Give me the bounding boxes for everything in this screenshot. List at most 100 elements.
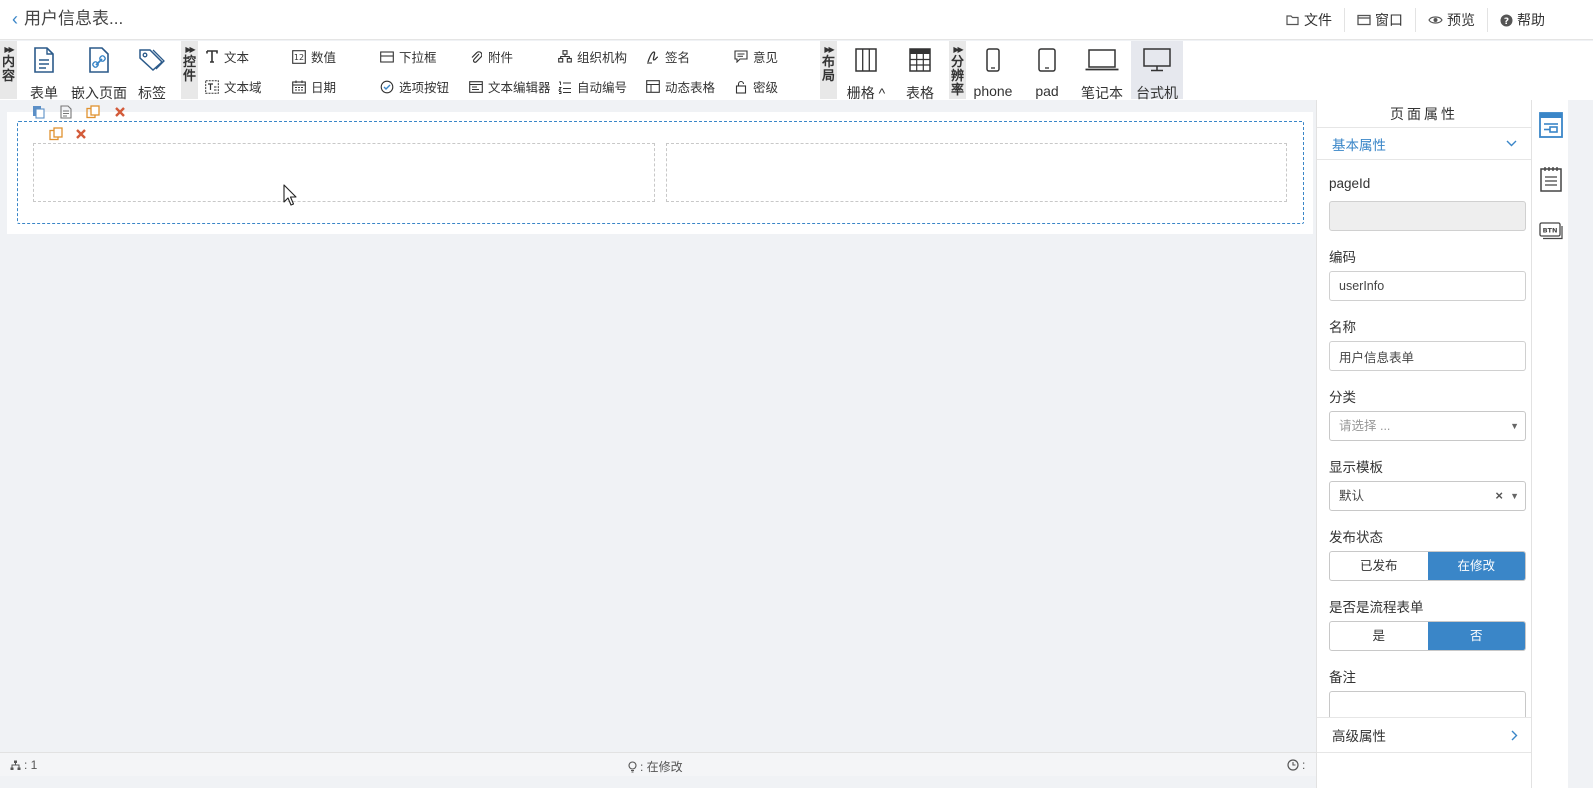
group-controls-toggle[interactable]: ▶▶ 控 件	[181, 41, 198, 99]
control-text[interactable]: 文本	[205, 47, 249, 66]
workflow-option-no[interactable]: 否	[1427, 622, 1525, 650]
lightbulb-icon	[628, 760, 637, 772]
basic-properties-form: pageId 编码 名称 分类 请选择 ... ▼ 显示模板 默认 × ▼ 发布…	[1329, 161, 1526, 725]
control-textarea[interactable]: 文本域	[205, 77, 262, 96]
menu-help[interactable]: ? 帮助	[1487, 8, 1557, 32]
control-secret-level[interactable]: 密级	[734, 77, 778, 96]
publish-option-editing[interactable]: 在修改	[1427, 552, 1525, 580]
control-opinion[interactable]: 意见	[734, 47, 778, 66]
remark-label: 备注	[1329, 670, 1356, 685]
name-field[interactable]	[1329, 341, 1526, 371]
menu-file[interactable]: 文件	[1274, 8, 1344, 32]
designer-toolbar: ▶▶ 内 容 表单 嵌入页面 标签 ▶▶ 控 件 文本 12 数值 下拉框 附件 …	[0, 41, 1593, 103]
layout-grid[interactable]: 栅格 ^	[843, 45, 889, 103]
signature-icon	[646, 50, 660, 64]
copy-icon[interactable]	[48, 126, 63, 141]
control-rich-editor[interactable]: 文本编辑器	[469, 77, 551, 96]
phone-icon	[970, 45, 1016, 75]
control-option-button[interactable]: 选项按钮	[380, 77, 449, 96]
layout-table[interactable]: 表格	[903, 45, 937, 103]
name-label: 名称	[1329, 320, 1356, 335]
workflow-label: 是否是流程表单	[1329, 600, 1424, 615]
grid-column-right[interactable]	[666, 143, 1287, 202]
lock-icon	[734, 80, 748, 94]
delete-icon[interactable]	[112, 104, 127, 119]
publish-toggle: 已发布 在修改	[1329, 551, 1526, 581]
header-menu: 文件 窗口 预览 ? 帮助	[1274, 0, 1557, 40]
grid-column-left[interactable]	[33, 143, 655, 202]
sitemap-icon	[10, 760, 21, 770]
number-icon: 12	[292, 49, 306, 64]
caret-down-icon: ▼	[1510, 421, 1519, 431]
delete-icon[interactable]	[73, 126, 88, 141]
org-tree-icon	[558, 50, 572, 64]
menu-window[interactable]: 窗口	[1344, 8, 1415, 32]
status-time: :	[1287, 758, 1305, 772]
control-signature[interactable]: 签名	[646, 47, 690, 66]
numbered-list-icon	[558, 80, 572, 94]
tool-tag[interactable]: 标签	[137, 45, 167, 103]
publish-label: 发布状态	[1329, 530, 1383, 545]
document-view-icon[interactable]	[58, 104, 73, 119]
row-actions	[48, 126, 88, 141]
category-label: 分类	[1329, 390, 1356, 405]
resolution-laptop[interactable]: 笔记本	[1078, 45, 1126, 103]
panel-title: 页面属性	[1317, 100, 1531, 128]
control-dynamic-table[interactable]: 动态表格	[646, 77, 715, 96]
resolution-pad[interactable]: pad	[1028, 45, 1066, 99]
textarea-icon	[205, 79, 219, 94]
control-attachment[interactable]: 附件	[469, 47, 513, 66]
advanced-properties-header[interactable]: 高级属性	[1317, 717, 1532, 753]
link-page-icon	[70, 45, 128, 75]
tool-embed-page[interactable]: 嵌入页面	[70, 45, 128, 103]
properties-panel: 页面属性 基本属性 pageId 编码 名称 分类 请选择 ... ▼ 显示模板…	[1316, 100, 1532, 788]
desktop-icon	[1131, 45, 1183, 75]
text-t-icon	[205, 50, 219, 64]
control-date[interactable]: 日期	[292, 77, 336, 96]
page-properties-tab-icon[interactable]	[1539, 112, 1563, 138]
resolution-desktop[interactable]: 台式机	[1131, 41, 1183, 101]
clear-icon[interactable]: ×	[1495, 482, 1503, 510]
control-number[interactable]: 12 数值	[292, 47, 336, 66]
tag-icon	[137, 45, 167, 75]
svg-text:?: ?	[1504, 17, 1509, 27]
workflow-option-yes[interactable]: 是	[1330, 622, 1428, 650]
paperclip-icon	[469, 50, 483, 64]
code-field[interactable]	[1329, 271, 1526, 301]
calendar-icon	[292, 80, 306, 94]
radio-check-icon	[380, 80, 394, 94]
group-resolution-toggle[interactable]: ▶▶ 分 辨 率	[949, 41, 966, 99]
page-actions	[31, 104, 127, 119]
control-organization[interactable]: 组织机构	[558, 47, 627, 66]
publish-option-published[interactable]: 已发布	[1330, 552, 1428, 580]
code-label: 编码	[1329, 250, 1356, 265]
group-content-toggle[interactable]: ▶▶ 内 容	[0, 41, 17, 99]
paste-icon[interactable]	[31, 104, 46, 119]
group-layout-toggle[interactable]: ▶▶ 布 局	[820, 41, 837, 99]
workflow-toggle: 是 否	[1329, 621, 1526, 651]
table-grid-icon	[646, 80, 660, 94]
pageid-field[interactable]	[1329, 201, 1526, 231]
page-title: 用户信息表...	[24, 9, 124, 28]
comment-icon	[734, 50, 748, 64]
button-tab-icon[interactable]: BTN	[1539, 218, 1563, 244]
category-select[interactable]: 请选择 ... ▼	[1329, 411, 1526, 441]
laptop-icon	[1078, 45, 1126, 75]
menu-preview[interactable]: 预览	[1415, 8, 1487, 32]
notepad-tab-icon[interactable]	[1539, 166, 1563, 192]
control-dropdown[interactable]: 下拉框	[380, 47, 437, 66]
template-label: 显示模板	[1329, 460, 1383, 475]
basic-properties-header[interactable]: 基本属性	[1317, 128, 1531, 160]
copy-icon[interactable]	[85, 104, 100, 119]
back-button[interactable]: ‹ 用户信息表...	[12, 8, 123, 30]
status-count: : 1	[10, 758, 37, 772]
control-auto-number[interactable]: 自动编号	[558, 77, 627, 96]
dropdown-icon	[380, 50, 394, 64]
chevron-left-icon: ‹	[12, 9, 18, 29]
resolution-phone[interactable]: phone	[970, 45, 1016, 99]
chevron-right-icon	[1511, 730, 1518, 740]
tool-form[interactable]: 表单	[28, 45, 60, 103]
help-icon: ?	[1500, 14, 1513, 27]
tablet-icon	[1028, 45, 1066, 75]
template-select[interactable]: 默认 × ▼	[1329, 481, 1526, 511]
